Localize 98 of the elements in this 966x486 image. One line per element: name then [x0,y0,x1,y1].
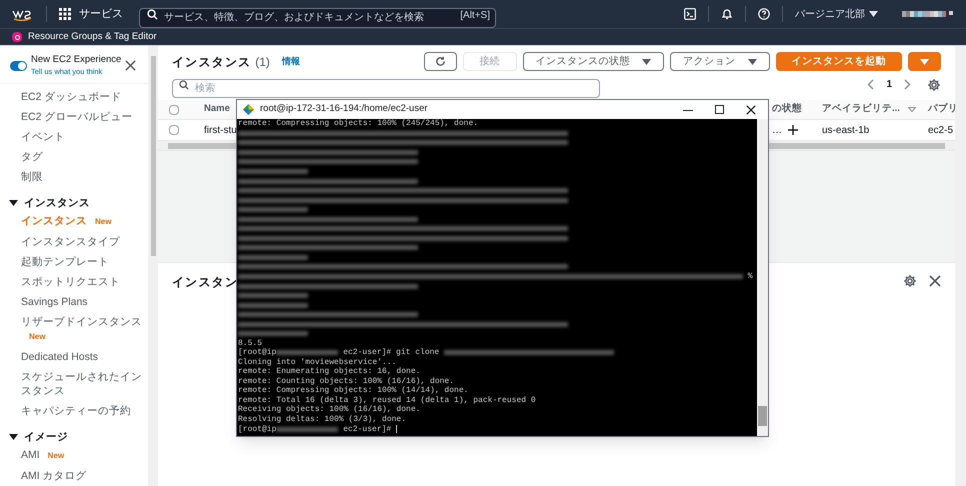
caret-icon [642,58,651,64]
sort-icon[interactable] [908,107,916,112]
terminal-line: [root@ip [238,424,276,434]
search-icon [179,80,189,90]
terminal-line: remote: Counting objects: 100% (16/16), done. [238,376,454,386]
table-cell-text: first-stu [204,124,237,138]
terminal-line: Receiving objects: 100% (16/16), done. [238,405,420,415]
section-header[interactable]: インスタンス [0,195,90,212]
terminal-icon[interactable] [684,8,696,20]
sidebar-item[interactable]: リザーブドインスタンス New [21,312,148,348]
terminal-line: remote: Compressing objects: 100% (14/14), done. [238,386,468,396]
terminal-line: [root@ip [238,348,276,358]
blurred-text [276,350,338,356]
experience-label: New EC2 Experience [31,54,122,66]
settings-icon[interactable] [903,274,917,288]
grid-icon[interactable] [59,8,71,20]
bell-icon[interactable] [721,8,733,20]
shortcut-hint: [Alt+S] [460,9,490,23]
plus-icon[interactable] [788,125,798,135]
terminal-line: ec2-user]# [342,424,392,434]
new-label: New [48,451,64,460]
section-header[interactable]: イメージ [0,429,68,446]
sidebar-item[interactable]: インスタンスタイプ [21,232,148,252]
terminal-line: Cloning into 'moviewebservice'... [238,358,396,367]
toggle-switch[interactable] [10,60,27,71]
blurred-text [276,426,338,432]
new-label: New [95,217,112,226]
page-title: インスタンス [172,54,252,70]
sidebar-item[interactable]: 制限 [21,167,148,188]
blurred-text [238,207,308,212]
refresh-icon [434,56,446,67]
close-icon[interactable] [125,60,136,72]
checkbox[interactable] [169,125,179,135]
app-icon [243,104,254,115]
info-link[interactable]: 情報 [282,54,300,68]
column-header[interactable]: の状態 [772,102,802,117]
sidebar-item[interactable]: AMI カタログ [21,466,148,486]
search-field[interactable]: 検索 [172,79,600,98]
terminal-line: remote: Compressing objects: 100% (245/245), done. [238,119,478,129]
instance-count: (1) [255,54,270,70]
terminal-line: remote: Enumerating objects: 16, done. [238,367,420,377]
blurred-text [238,302,308,308]
caret-icon [869,11,878,17]
sidebar-item[interactable]: キャパシティーの予約 [21,401,148,422]
caret-icon [9,434,18,440]
close-icon[interactable] [746,104,756,114]
sidebar-item[interactable]: AMI New [21,445,148,466]
terminal-line: % [746,272,753,282]
terminal-line: Resolving deltas: 100% (3/3), done. [238,414,406,424]
column-header[interactable]: アベイラビリテ... [822,102,900,117]
sidebar-item[interactable]: EC2 ダッシュボード [21,87,148,108]
caret-icon [9,200,18,206]
table-cell-text: ec2-5 [928,124,954,138]
services-menu[interactable]: サービス [79,6,123,22]
terminal-line: remote: Total 16 (delta 3), reused 14 (delta 1), pack-reused 0 [238,396,536,405]
account-drawing[interactable] [902,11,954,17]
sidebar-item[interactable]: スポットリクエスト [21,272,148,292]
table-cell-text: … [772,124,782,138]
close-icon[interactable] [929,275,941,287]
sidebar-item[interactable]: スケジュールされたインスタンス [21,367,148,402]
sidebar-item[interactable]: EC2 グローバルビュー [21,107,148,128]
maximize-icon[interactable] [715,105,724,114]
scrollbar[interactable] [148,46,158,486]
blurred-text [238,331,308,336]
service-icon [12,32,22,42]
scrollbar[interactable] [757,119,768,436]
service-shortcut[interactable]: Resource Groups & Tag Editor [28,30,157,44]
table-cell-text: us-east-1b [822,124,870,138]
column-header[interactable]: Name [204,102,230,117]
window-title: root@ip-172-31-16-194:/home/ec2-user [260,102,428,116]
terminal-line: ec2-user]# git clone [342,348,440,358]
help-icon[interactable] [758,8,770,20]
caret-icon [748,58,756,64]
previous-page-icon[interactable] [867,79,874,90]
terminal-line: 8.5.5 [238,338,262,348]
checkbox[interactable] [169,104,179,114]
page-number[interactable]: 1 [886,77,892,92]
scrollbar[interactable] [955,46,966,486]
panel-title: インスタン [172,274,238,291]
launch-menu-button[interactable] [908,52,941,71]
dropdown-button[interactable]: アクション [670,52,770,71]
dropdown-button[interactable]: インスタンスの状態 [522,52,664,71]
caret-icon [920,58,929,64]
sidebar-item[interactable]: イベント [21,127,148,148]
settings-icon[interactable] [927,78,941,92]
sidebar-item[interactable]: タグ [21,147,148,168]
new-label: New [29,332,46,342]
region-menu[interactable]: バージニア北部 [795,6,878,22]
blurred-text [238,293,308,298]
next-page-icon[interactable] [904,79,911,90]
sidebar-item[interactable]: Dedicated Hosts [21,347,148,368]
sidebar-item[interactable]: Savings Plans [21,292,148,312]
blurred-text [238,254,308,260]
refresh-button[interactable] [424,52,456,71]
blurred-text [238,169,308,174]
search-icon [147,8,158,20]
text-cursor [396,425,398,434]
sidebar-item[interactable]: 起動テンプレート [21,252,148,272]
